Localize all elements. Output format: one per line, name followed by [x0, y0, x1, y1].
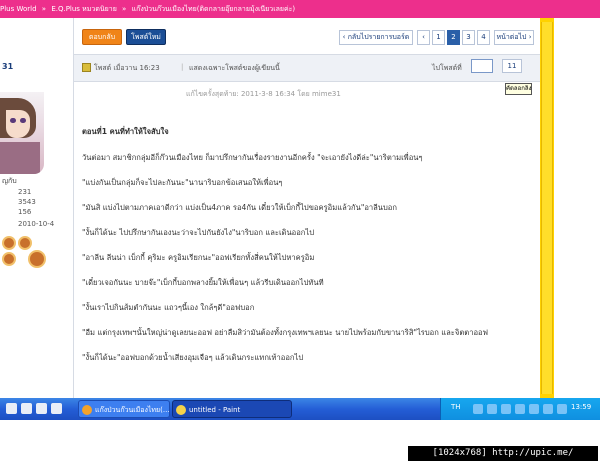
taskbar-item-label: แก๊งป่วนก๊วนเมืองไทย(... [95, 406, 170, 414]
author-stat: 156 [18, 208, 32, 216]
author-sidebar: 31 ญกับ 231 3543 156 2010-10-4 [0, 18, 74, 398]
avatar[interactable] [0, 92, 44, 174]
page-link[interactable]: 3 [462, 30, 475, 45]
copy-link-tooltip: คัดลอกลิงค์ [505, 83, 532, 95]
quick-launch-icon[interactable] [51, 403, 62, 414]
language-indicator[interactable]: TH [451, 403, 461, 411]
post-paragraph: "อาลีน ลีนน่า เบ็กกี้ คุริมะ ครูอิมเรียก… [82, 253, 315, 262]
paint-icon [176, 405, 186, 415]
image-bottom-margin [0, 420, 600, 469]
post-number-link[interactable]: 11 [502, 59, 522, 73]
post-icon [82, 63, 91, 72]
breadcrumb-current-thread[interactable]: แก๊งป่วนก๊วนเมืองไทย(ติดกลายอุ๊ยกลายมุ้ง… [132, 5, 296, 13]
chapter-title: ตอนที่1 คนที่ทำให้ใจสับใจ [82, 127, 169, 136]
reply-button[interactable]: ตอบกลับ [82, 29, 122, 45]
post-paragraph: "อืม แต่กรุงเทพฯนั้นใหญ่น่าดูเลยนะออฟ อย… [82, 328, 488, 337]
post-paragraph: "มันสิ แบ่งไปตามภาคเอาดีกว่า แบ่งเป็น4ภา… [82, 203, 397, 212]
show-desktop-icon[interactable] [6, 403, 17, 414]
back-to-board-link[interactable]: ‹ กลับไปรายการบอร์ด [339, 30, 413, 45]
next-page-button[interactable]: หน้าต่อไป › [494, 30, 534, 45]
desktop-background [554, 18, 600, 398]
post-paragraph: วันต่อมา สมาชิกกลุ่มอีก็ก๊วนเมืองไทย ก็ม… [82, 153, 423, 162]
thread-toolbar: ตอบกลับ โพสต์ใหม่ ‹ กลับไปรายการบอร์ด ‹ … [74, 18, 540, 54]
new-post-button[interactable]: โพสต์ใหม่ [126, 29, 166, 45]
breadcrumb-link-forum[interactable]: E.Q.Plus หมวดนิยาย [51, 5, 116, 13]
taskbar-item-paint[interactable]: untitled - Paint [172, 400, 292, 418]
taskbar-item-label: untitled - Paint [189, 406, 241, 414]
post-paragraph: "งั้นก็ได้นะ ไปปรึกษากันเองนะว่าจะไปกันย… [82, 228, 315, 237]
avatar-body [0, 142, 40, 174]
watermark: [1024x768] http://upic.me/ [408, 446, 598, 461]
thread-main: ตอบกลับ โพสต์ใหม่ ‹ กลับไปรายการบอร์ด ‹ … [74, 18, 540, 398]
page-prev[interactable]: ‹ [417, 30, 430, 45]
tray-icon[interactable] [473, 404, 483, 414]
author-stat: 231 [18, 188, 32, 196]
medal-icon [28, 250, 46, 268]
post-paragraph: "งั้นเราไปกินส้มตำกันนะ แถวๆนี้เอง ใกล้ๆ… [82, 303, 255, 312]
tray-icon[interactable] [487, 404, 497, 414]
avatar-face [6, 110, 30, 138]
jump-to-post-input[interactable] [471, 59, 493, 73]
medal-icon [2, 236, 16, 250]
tray-icon[interactable] [501, 404, 511, 414]
post-header-separator: | [181, 63, 184, 71]
tray-icon[interactable] [543, 404, 553, 414]
tray-icon[interactable] [529, 404, 539, 414]
author-rank: ญกับ [2, 177, 17, 185]
browser-icon [82, 405, 92, 415]
avatar-eye [20, 118, 26, 123]
page-current[interactable]: 2 [447, 30, 460, 45]
scrollbar-thumb[interactable] [541, 22, 553, 394]
author-username[interactable]: 31 [2, 62, 13, 71]
page-link[interactable]: 4 [477, 30, 490, 45]
post-paragraph: "งั้นก็ได้นะ"ออฟบอกด้วยน้ำเสียงอุมเจือๆ … [82, 353, 304, 362]
post-paragraph: "แบ่งกันเป็นกลุ่มก็จะไปละกันนะ"นานาริบอก… [82, 178, 283, 187]
volume-icon[interactable] [557, 404, 567, 414]
taskbar-item-browser[interactable]: แก๊งป่วนก๊วนเมืองไทย(... [78, 400, 170, 418]
browser-page: 31 ญกับ 231 3543 156 2010-10-4 ตอบกลับ โ… [0, 18, 600, 398]
medal-icon [2, 252, 16, 266]
medal-icon [18, 236, 32, 250]
quick-launch-icon[interactable] [36, 403, 47, 414]
breadcrumb-separator: » [41, 5, 47, 13]
edited-note: แก้ไขครั้งสุดท้าย: 2011-3-8 16:34 โดย mi… [186, 90, 341, 98]
system-tray: TH 13:59 [440, 398, 600, 420]
quick-launch-icon[interactable] [21, 403, 32, 414]
breadcrumb-link-home[interactable]: Plus World [0, 5, 37, 13]
avatar-eye [10, 118, 16, 123]
author-stat: 3543 [18, 198, 36, 206]
only-author-link[interactable]: แสดงเฉพาะโพสต์ของผู้เขียนนี้ [189, 63, 280, 74]
jump-to-post-label: ไปโพสต์ที่ [432, 64, 462, 72]
post-content: ตอนที่1 คนที่ทำให้ใจสับใจ วันต่อมา สมาชิ… [82, 126, 532, 377]
post-header: โพสต์ เมื่อวาน 16:23 | แสดงเฉพาะโพสต์ของ… [74, 54, 540, 82]
breadcrumb-separator: » [122, 5, 127, 13]
tray-icon[interactable] [515, 404, 525, 414]
screen: Plus World » E.Q.Plus หมวดนิยาย » แก๊งป่… [0, 0, 600, 469]
post-paragraph: "เดี๋ยวเจอกันนะ บายจ๊ะ"เบ็กกี้บอกพลางยิ้… [82, 278, 324, 287]
page-link[interactable]: 1 [432, 30, 445, 45]
author-stat: 2010-10-4 [18, 220, 55, 228]
breadcrumb: Plus World » E.Q.Plus หมวดนิยาย » แก๊งป่… [0, 0, 600, 18]
clock[interactable]: 13:59 [571, 403, 591, 411]
post-timestamp: โพสต์ เมื่อวาน 16:23 [94, 64, 160, 72]
